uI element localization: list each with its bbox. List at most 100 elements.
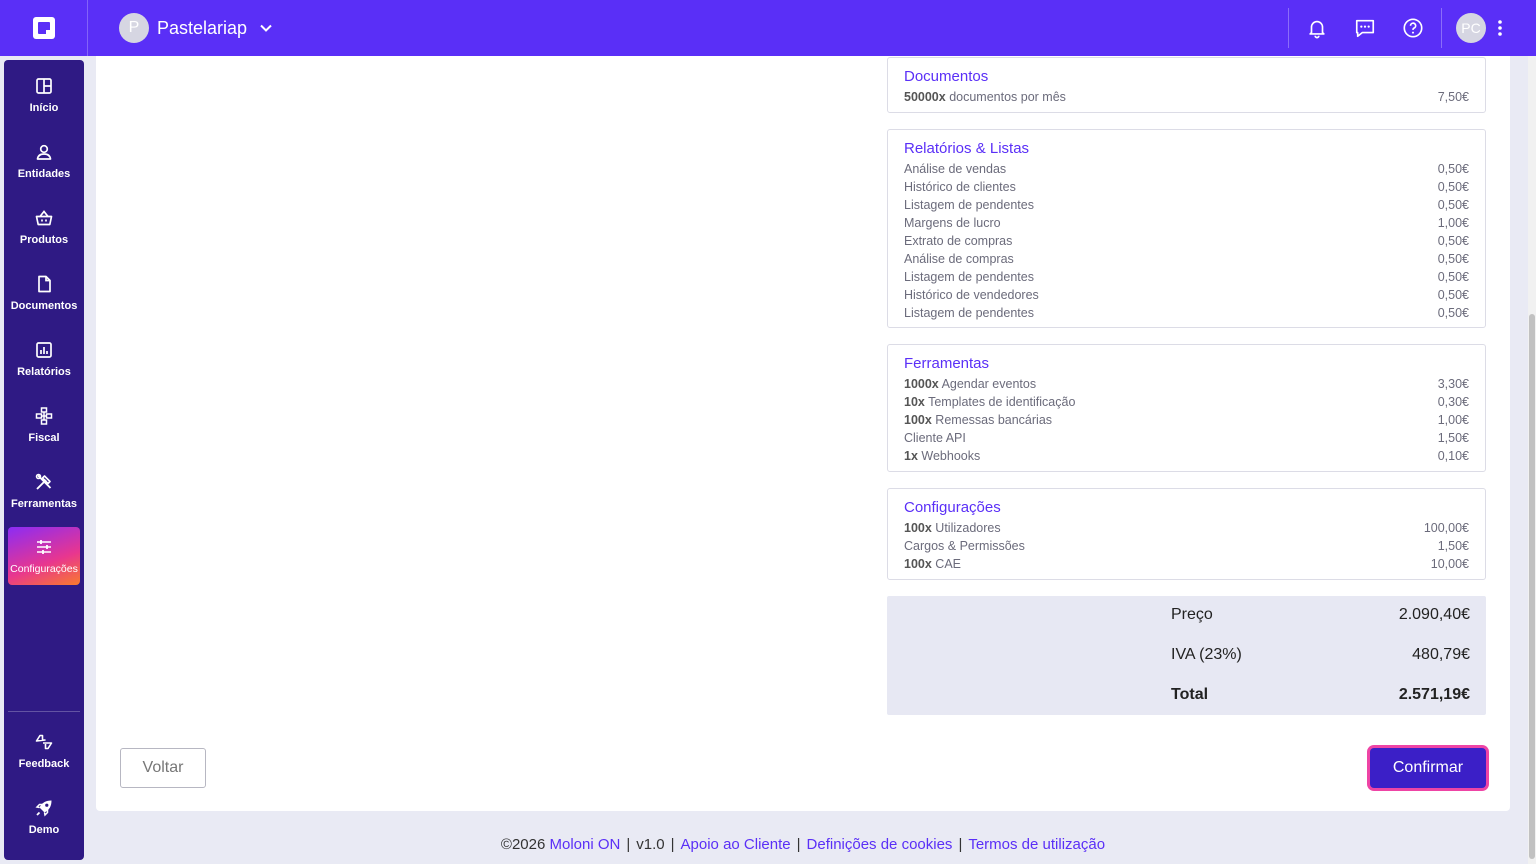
divider [1288, 8, 1289, 48]
app-logo[interactable] [0, 0, 88, 56]
sidebar-item-demo[interactable]: Demo [8, 788, 80, 846]
cookies-link[interactable]: Definições de cookies [807, 836, 953, 853]
total-value: 2.571,19€ [1398, 686, 1470, 703]
brand-link[interactable]: Moloni ON [550, 836, 621, 853]
item-label: Cargos & Permissões [904, 539, 1025, 553]
confirm-button[interactable]: Confirmar [1370, 748, 1486, 788]
item-label: CAE [935, 557, 961, 571]
item-label: Análise de vendas [904, 162, 1007, 176]
footer-separator: | [958, 836, 963, 853]
list-item: Listagem de pendentes 0,50€ [904, 196, 1469, 214]
messages-button[interactable] [1341, 0, 1389, 56]
help-button[interactable] [1389, 0, 1437, 56]
item-price: 0,50€ [1437, 252, 1469, 266]
footer: ©2026 Moloni ON | v1.0 | Apoio ao Cliente | De… [96, 836, 1510, 853]
item-label: Histórico de clientes [904, 180, 1016, 194]
total-row: Total 2.571,19€ [1171, 686, 1470, 704]
list-item: Extrato de compras 0,50€ [904, 232, 1469, 250]
item-price: 1,00€ [1437, 216, 1469, 230]
vat-value: 480,79€ [1412, 646, 1470, 663]
item-quantity: 1x [904, 449, 918, 463]
list-item: 50000x documentos por mês 7,50€ [904, 88, 1469, 106]
chat-icon [1355, 19, 1375, 38]
notifications-button[interactable] [1293, 0, 1341, 56]
sidebar-item-fiscal[interactable]: Fiscal [8, 396, 80, 454]
section-title: Relatórios & Listas [904, 140, 1030, 157]
terms-link[interactable]: Termos de utilização [968, 836, 1105, 853]
sidebar-divider [8, 711, 80, 712]
sidebar-item-entidades[interactable]: Entidades [8, 132, 80, 190]
summary-card: Documentos 50000x documentos por mês 7,5… [96, 56, 1510, 811]
list-item: 100x Remessas bancárias 1,00€ [904, 411, 1469, 429]
list-item: Cargos & Permissões 1,50€ [904, 537, 1469, 555]
list-item: Análise de vendas 0,50€ [904, 160, 1469, 178]
sidebar-item-label: Configurações [10, 563, 78, 575]
item-quantity: 10x [904, 395, 925, 409]
section-configuracoes: Configurações 100x Utilizadores 100,00€ C… [887, 488, 1486, 580]
item-label: Listagem de pendentes [904, 198, 1034, 212]
kebab-menu-icon [1498, 20, 1502, 36]
list-item: 10x Templates de identificação 0,30€ [904, 393, 1469, 411]
item-price: 0,50€ [1437, 234, 1469, 248]
list-item: 100x CAE 10,00€ [904, 555, 1469, 573]
top-actions: PC [1288, 0, 1536, 56]
list-item: Análise de compras 0,50€ [904, 250, 1469, 268]
sidebar-item-inicio[interactable]: Início [8, 66, 80, 124]
vat-label: IVA (23%) [1171, 646, 1242, 663]
item-quantity: 100x [904, 557, 932, 571]
list-item: Margens de lucro 1,00€ [904, 214, 1469, 232]
company-selector[interactable]: P Pastelariap [119, 13, 273, 43]
list-item: Histórico de vendedores 0,50€ [904, 286, 1469, 304]
support-link[interactable]: Apoio ao Cliente [681, 836, 791, 853]
item-price: 0,30€ [1437, 395, 1469, 409]
item-price: 0,50€ [1437, 270, 1469, 284]
sidebar-item-label: Ferramentas [10, 498, 78, 510]
sidebar-item-ferramentas[interactable]: Ferramentas [8, 462, 80, 520]
section-title: Ferramentas [904, 355, 990, 372]
version: v1.0 [636, 836, 665, 853]
sidebar-item-label: Relatórios [17, 366, 71, 378]
footer-separator: | [796, 836, 801, 853]
sidebar-item-produtos[interactable]: Produtos [8, 198, 80, 256]
list-item: Listagem de pendentes 0,50€ [904, 304, 1469, 322]
copyright: ©2026 [500, 836, 546, 853]
list-item: 1x Webhooks 0,10€ [904, 447, 1469, 465]
user-avatar[interactable]: PC [1456, 13, 1486, 43]
section-relatorios: Relatórios & Listas Análise de vendas 0,5… [887, 129, 1486, 328]
item-label: Margens de lucro [904, 216, 1001, 230]
logo-icon [32, 17, 55, 39]
back-button[interactable]: Voltar [120, 748, 206, 788]
sidebar-item-feedback[interactable]: Feedback [8, 722, 80, 780]
sliders-icon [37, 540, 51, 554]
item-price: 7,50€ [1437, 90, 1469, 104]
chevron-down-icon [260, 24, 272, 32]
item-quantity: 100x [904, 521, 932, 535]
item-label: Utilizadores [935, 521, 1001, 535]
bell-icon [1309, 20, 1325, 39]
footer-separator: | [626, 836, 631, 853]
scrollbar-thumb[interactable] [1529, 314, 1535, 859]
top-bar: P Pastelariap PC [0, 0, 1536, 56]
more-options-button[interactable] [1486, 0, 1514, 56]
sidebar-item-label: Início [29, 102, 59, 114]
list-item: 100x Utilizadores 100,00€ [904, 519, 1469, 537]
layout-icon [36, 78, 52, 94]
tools-icon [35, 473, 52, 490]
list-item: Listagem de pendentes 0,50€ [904, 268, 1469, 286]
total-label: Total [1171, 686, 1209, 703]
list-item: 1000x Agendar eventos 3,30€ [904, 375, 1469, 393]
item-price: 0,50€ [1437, 306, 1469, 320]
item-label: Templates de identificação [928, 395, 1076, 409]
item-price: 1,50€ [1437, 431, 1469, 445]
sidebar-item-documentos[interactable]: Documentos [8, 264, 80, 322]
help-icon [1403, 18, 1423, 38]
page-scrollbar[interactable] [1528, 56, 1536, 864]
section-ferramentas: Ferramentas 1000x Agendar eventos 3,30€ 1… [887, 344, 1486, 472]
sidebar-item-relatorios[interactable]: Relatórios [8, 330, 80, 388]
list-item: Cliente API 1,50€ [904, 429, 1469, 447]
item-price: 100,00€ [1423, 521, 1469, 535]
item-label: Extrato de compras [904, 234, 1013, 248]
sidebar-item-label: Produtos [19, 234, 69, 246]
sidebar-item-configuracoes[interactable]: Configurações [8, 527, 80, 585]
item-label: Análise de compras [904, 252, 1014, 266]
